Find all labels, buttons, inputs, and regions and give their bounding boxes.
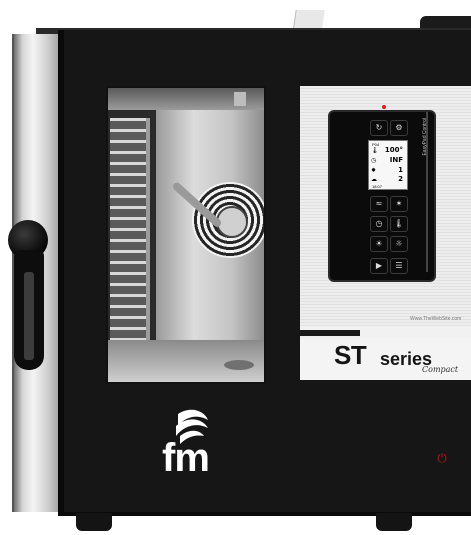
controller-brand-label: EasyPad Control bbox=[422, 118, 432, 198]
humidity-level-icon: ☁ bbox=[371, 176, 377, 183]
display-time: INF bbox=[389, 156, 403, 164]
model-name: ST bbox=[334, 340, 367, 370]
display-value-3: 1 bbox=[398, 166, 403, 174]
lcd-display: P04 🌡 100° ◷ INF ✸ 1 ☁ 2 18:07 bbox=[368, 140, 408, 190]
right-foot bbox=[376, 513, 412, 531]
tray-rack-rail bbox=[146, 118, 150, 344]
display-value-4: 2 bbox=[398, 175, 403, 183]
drain-icon bbox=[224, 360, 254, 370]
thermometer-icon: 🌡 bbox=[371, 147, 379, 154]
controller-brand-text: EasyPad Control bbox=[422, 118, 428, 156]
website-label: Www.TheWebSite.com bbox=[410, 316, 462, 322]
menu-icon[interactable]: ☰ bbox=[390, 258, 408, 274]
timer-icon[interactable]: ◷ bbox=[370, 216, 388, 232]
brand-logo-text: fm bbox=[162, 436, 210, 480]
program-icon[interactable]: ↻ bbox=[370, 120, 388, 136]
play-pause-icon[interactable]: ▶ bbox=[370, 258, 388, 274]
door-handle[interactable] bbox=[8, 220, 52, 372]
tray-rack bbox=[110, 118, 150, 344]
model-variant: Compact bbox=[422, 365, 459, 374]
light-icon[interactable]: ☼ bbox=[390, 236, 408, 252]
fan-speed-icon: ✸ bbox=[371, 167, 377, 174]
panel-divider bbox=[300, 330, 360, 336]
steam-icon[interactable]: ≈ bbox=[370, 196, 388, 212]
humidity-icon[interactable]: ☀ bbox=[370, 236, 388, 252]
display-temperature-row: 🌡 100° bbox=[371, 146, 405, 155]
display-clock: 18:07 bbox=[372, 184, 383, 189]
power-icon[interactable]: ⏻ bbox=[434, 450, 450, 466]
clock-icon: ◷ bbox=[371, 157, 377, 164]
chamber-light-icon bbox=[234, 92, 246, 106]
oven-window bbox=[106, 86, 266, 384]
display-time-row: ◷ INF bbox=[371, 156, 405, 165]
settings-icon[interactable]: ⚙ bbox=[390, 120, 408, 136]
left-foot bbox=[76, 513, 112, 531]
display-row-3: ✸ 1 bbox=[371, 166, 405, 175]
status-led-icon bbox=[382, 105, 386, 109]
handle-slot bbox=[24, 272, 34, 360]
display-row-4: ☁ 2 bbox=[371, 175, 405, 184]
fan-icon[interactable]: ✶ bbox=[390, 196, 408, 212]
display-temperature: 100° bbox=[384, 146, 403, 154]
probe-icon[interactable]: 🌡 bbox=[390, 216, 408, 232]
door-edge bbox=[58, 30, 64, 515]
